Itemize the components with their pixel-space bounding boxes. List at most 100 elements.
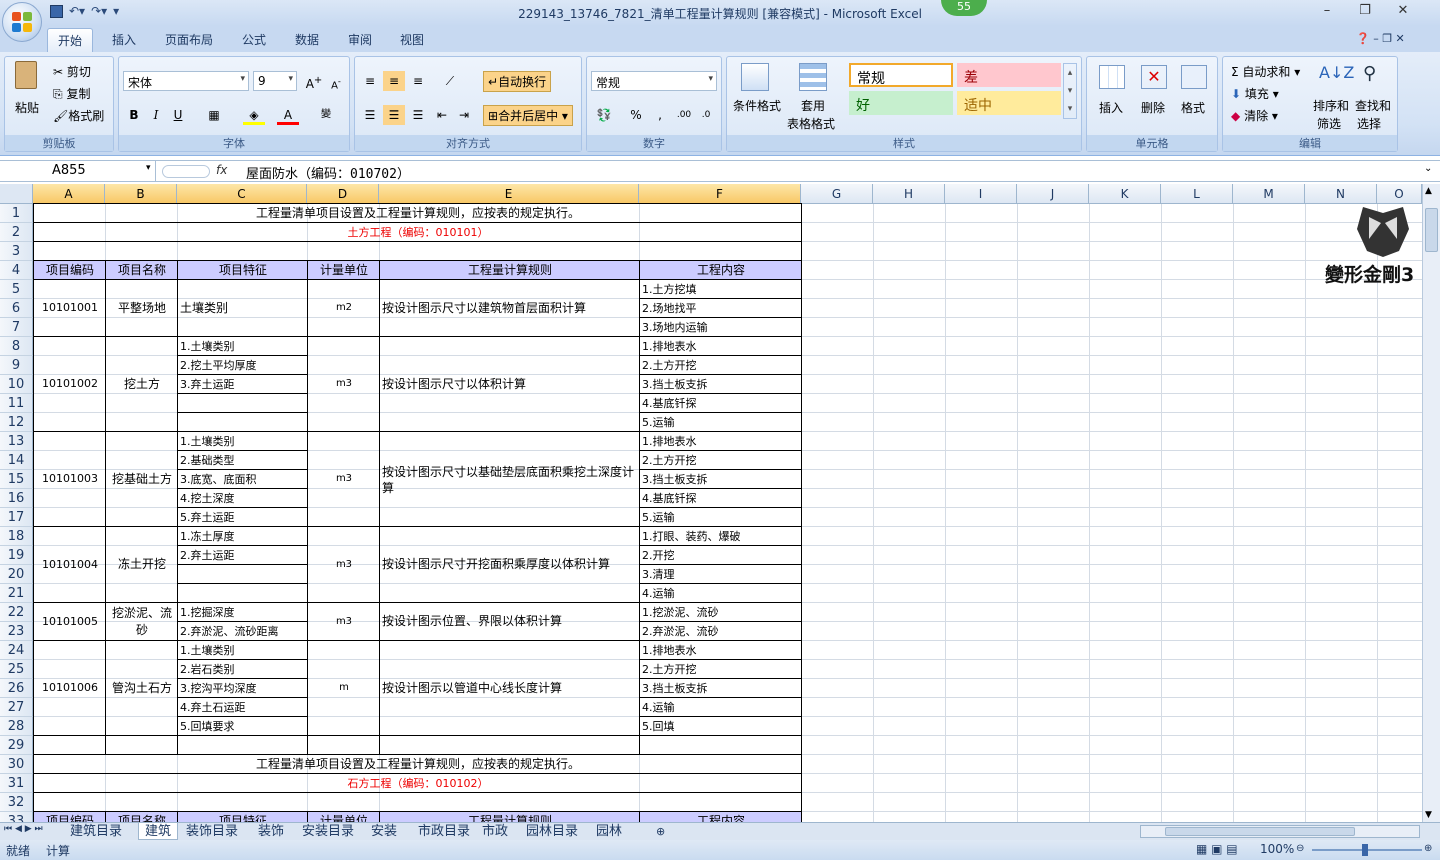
orientation-icon[interactable]: ⟋	[439, 71, 461, 91]
column-title[interactable]: 工程量计算规则	[380, 261, 638, 279]
item-feature[interactable]	[178, 394, 306, 412]
item-feature[interactable]: 3.底宽、底面积	[178, 470, 306, 488]
row-header[interactable]: 17	[0, 508, 33, 527]
item-name[interactable]: 平整场地	[106, 280, 176, 336]
item-unit[interactable]: m3	[308, 337, 378, 431]
item-content[interactable]: 3.挡土板支拆	[640, 375, 800, 393]
column-header[interactable]: E	[379, 184, 639, 204]
item-feature[interactable]: 1.土壤类别	[178, 641, 306, 659]
italic-icon[interactable]: I	[145, 105, 167, 125]
item-name[interactable]: 管沟土石方	[106, 641, 176, 735]
tab-view[interactable]: 视图	[400, 31, 424, 48]
close-icon[interactable]: ✕	[1384, 3, 1422, 18]
font-name-select[interactable]: 宋体	[123, 71, 249, 91]
row-header[interactable]: 21	[0, 584, 33, 603]
item-feature[interactable]: 2.挖土平均厚度	[178, 356, 306, 374]
item-code[interactable]: 10101001	[34, 280, 104, 336]
row-header[interactable]: 24	[0, 641, 33, 660]
column-header[interactable]: M	[1233, 184, 1305, 204]
zoom-out-icon[interactable]: ⊖	[1296, 843, 1304, 854]
item-content[interactable]: 2.开挖	[640, 546, 800, 564]
item-content[interactable]: 1.打眼、装药、爆破	[640, 527, 800, 545]
sort-filter-button[interactable]: 排序和	[1313, 97, 1349, 114]
tab-home[interactable]: 开始	[47, 28, 94, 52]
horizontal-scroll-thumb[interactable]	[1165, 827, 1355, 836]
format-painter-button[interactable]: 🖌格式刷	[53, 107, 104, 124]
item-name[interactable]: 挖基础土方	[106, 432, 176, 526]
column-title-2[interactable]: 工程内容	[640, 812, 800, 822]
column-header[interactable]: K	[1089, 184, 1161, 204]
fill-color-icon[interactable]: ◈	[243, 105, 265, 125]
scroll-down-icon[interactable]: ▼	[1425, 810, 1432, 820]
borders-icon[interactable]: ▦	[203, 105, 225, 125]
item-content[interactable]: 4.基底钎探	[640, 394, 800, 412]
wrap-text-button[interactable]: ↵自动换行	[483, 71, 552, 92]
align-center-icon[interactable]: ☰	[383, 105, 405, 125]
underline-icon[interactable]: U	[167, 105, 189, 125]
font-color-icon[interactable]: A	[277, 105, 299, 125]
column-title-2[interactable]: 工程量计算规则	[380, 812, 638, 822]
help-icon[interactable]: ❓ – ❐ ✕	[1356, 32, 1405, 45]
column-header[interactable]: L	[1161, 184, 1233, 204]
sheet-tab[interactable]: 市政	[476, 823, 514, 840]
insert-sheet-icon[interactable]: ⊕	[650, 823, 671, 840]
row-header[interactable]: 8	[0, 337, 33, 356]
table-format-button-line2[interactable]: 表格格式	[787, 115, 835, 132]
format-cells-button[interactable]: 格式	[1181, 99, 1205, 116]
item-code[interactable]: 10101003	[34, 432, 104, 526]
style-good[interactable]: 好	[849, 91, 953, 115]
tab-insert[interactable]: 插入	[112, 31, 136, 48]
decrease-indent-icon[interactable]: ⇤	[431, 105, 453, 125]
item-feature[interactable]: 3.弃土运距	[178, 375, 306, 393]
sort-filter-button-line2[interactable]: 筛选	[1317, 115, 1341, 132]
insert-cells-button[interactable]: 插入	[1099, 99, 1123, 116]
row-header[interactable]: 7	[0, 318, 33, 337]
row-header[interactable]: 25	[0, 660, 33, 679]
row-header[interactable]: 14	[0, 451, 33, 470]
find-select-button[interactable]: 查找和	[1355, 97, 1391, 114]
horizontal-scrollbar[interactable]	[1140, 825, 1420, 838]
item-unit[interactable]: m2	[308, 280, 378, 336]
row-header[interactable]: 30	[0, 755, 33, 774]
item-rule[interactable]: 按设计图示以管道中心线长度计算	[380, 641, 638, 735]
column-header[interactable]: I	[945, 184, 1017, 204]
clear-button[interactable]: ◆ 清除 ▾	[1231, 107, 1278, 124]
item-content[interactable]: 1.土方挖填	[640, 280, 800, 298]
align-right-icon[interactable]: ☰	[407, 105, 429, 125]
item-feature[interactable]: 1.土壤类别	[178, 337, 306, 355]
sheet-tab[interactable]: 建筑目录	[64, 823, 128, 840]
item-feature[interactable]: 1.土壤类别	[178, 432, 306, 450]
item-content[interactable]: 3.清理	[640, 565, 800, 583]
item-content[interactable]: 3.挡土板支拆	[640, 679, 800, 697]
row-header[interactable]: 26	[0, 679, 33, 698]
item-code[interactable]: 10101006	[34, 641, 104, 735]
column-title[interactable]: 工程内容	[640, 261, 800, 279]
item-code[interactable]: 10101004	[34, 527, 104, 602]
tab-data[interactable]: 数据	[295, 31, 319, 48]
name-box-dropdown-icon[interactable]: ▾	[146, 163, 151, 173]
sheet-nav-icon[interactable]: ⏮ ◀ ▶ ⏭	[4, 824, 43, 834]
sheet-tab[interactable]: 装饰	[252, 823, 290, 840]
autosum-button[interactable]: Σ 自动求和 ▾	[1231, 63, 1300, 80]
office-button[interactable]	[2, 2, 42, 42]
select-all-corner[interactable]	[0, 184, 33, 204]
tab-formulas[interactable]: 公式	[242, 31, 266, 48]
copy-button[interactable]: ⎘ 复制	[53, 85, 90, 102]
column-title[interactable]: 计量单位	[308, 261, 378, 279]
row-header[interactable]: 1	[0, 204, 33, 223]
row-header[interactable]: 9	[0, 356, 33, 375]
sheet-tab[interactable]: 园林目录	[520, 823, 584, 840]
item-feature[interactable]: 2.弃淤泥、流砂距离	[178, 622, 306, 640]
item-content[interactable]: 4.运输	[640, 584, 800, 602]
item-content[interactable]: 5.回填	[640, 717, 800, 735]
view-normal-icon[interactable]: ▦ ▣ ▤	[1196, 842, 1238, 856]
column-header[interactable]: H	[873, 184, 945, 204]
column-header[interactable]: A	[33, 184, 105, 204]
row-header[interactable]: 6	[0, 299, 33, 318]
conditional-format-button[interactable]: 条件格式	[733, 97, 781, 114]
style-bad[interactable]: 差	[957, 63, 1061, 87]
section-title-2[interactable]: 石方工程（编码：010102）	[34, 774, 800, 792]
item-feature[interactable]: 5.弃土运距	[178, 508, 306, 526]
formula-toggle-icon[interactable]	[162, 165, 210, 178]
column-header[interactable]: F	[639, 184, 801, 204]
